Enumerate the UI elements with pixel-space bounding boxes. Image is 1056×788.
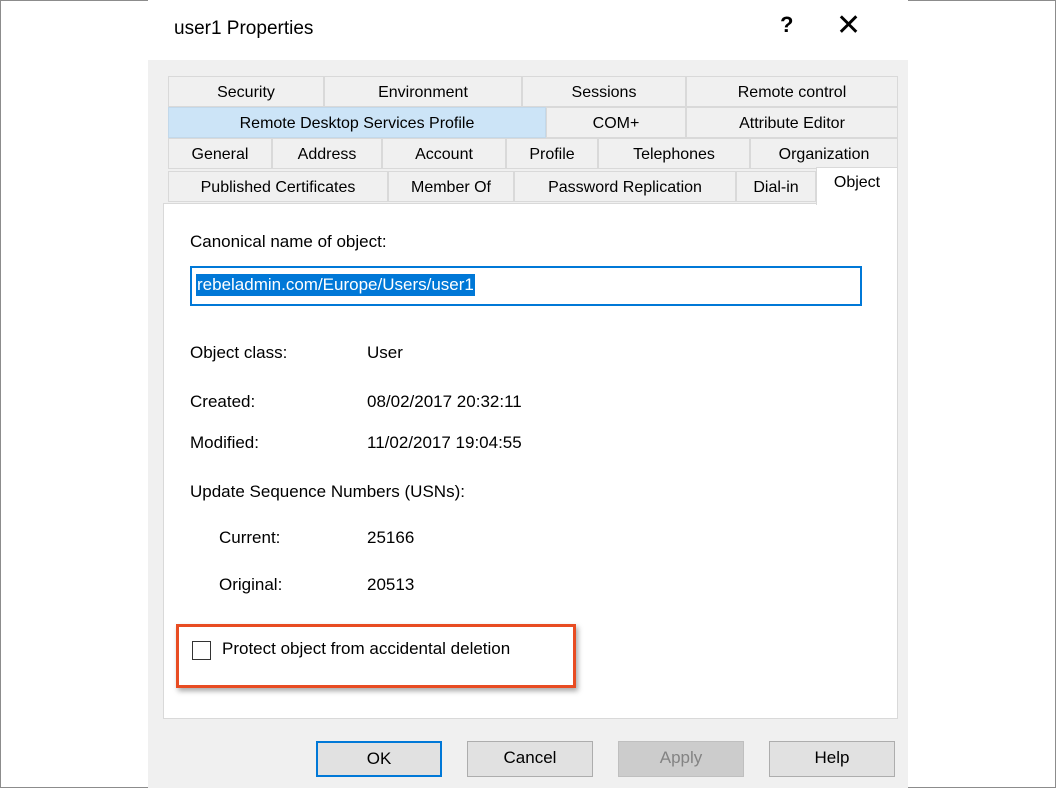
modified-label: Modified:: [190, 433, 259, 452]
modified-value: 11/02/2017 19:04:55: [367, 433, 522, 452]
object-class-label: Object class:: [190, 343, 288, 362]
tab-sessions[interactable]: Sessions: [522, 76, 686, 107]
canonical-name-label: Canonical name of object:: [190, 232, 387, 251]
canonical-name-field[interactable]: rebeladmin.com/Europe/Users/user1: [190, 266, 862, 306]
original-usn-value: 20513: [367, 575, 415, 594]
cancel-button[interactable]: Cancel: [467, 741, 593, 777]
apply-button[interactable]: Apply: [618, 741, 744, 777]
tab-remote-control[interactable]: Remote control: [686, 76, 898, 107]
ok-button[interactable]: OK: [316, 741, 442, 777]
tab-security[interactable]: Security: [168, 76, 324, 107]
tab-general[interactable]: General: [168, 138, 272, 169]
tab-password-replication[interactable]: Password Replication: [514, 171, 736, 202]
created-value: 08/02/2017 20:32:11: [367, 392, 522, 411]
tab-member-of[interactable]: Member Of: [388, 171, 514, 202]
current-usn-value: 25166: [367, 528, 415, 547]
protect-deletion-label[interactable]: Protect object from accidental deletion: [222, 639, 510, 659]
help-button[interactable]: Help: [769, 741, 895, 777]
usn-heading: Update Sequence Numbers (USNs):: [190, 482, 465, 501]
tab-published-certificates[interactable]: Published Certificates: [168, 171, 388, 202]
tab-telephones[interactable]: Telephones: [598, 138, 750, 169]
title-bar: user1 Properties ? ✕: [148, 0, 908, 60]
help-question-icon[interactable]: ?: [780, 12, 793, 38]
canonical-name-value: rebeladmin.com/Europe/Users/user1: [196, 274, 475, 296]
tab-address[interactable]: Address: [272, 138, 382, 169]
current-usn-label: Current:: [219, 528, 281, 547]
tab-com-plus[interactable]: COM+: [546, 107, 686, 138]
tab-object[interactable]: Object: [816, 167, 898, 205]
close-icon[interactable]: ✕: [836, 8, 861, 43]
tab-remote-desktop-services-profile[interactable]: Remote Desktop Services Profile: [168, 107, 546, 138]
original-usn-label: Original:: [219, 575, 283, 594]
tab-account[interactable]: Account: [382, 138, 506, 169]
tab-environment[interactable]: Environment: [324, 76, 522, 107]
protect-deletion-checkbox[interactable]: [192, 641, 211, 660]
tab-organization[interactable]: Organization: [750, 138, 898, 169]
tab-attribute-editor[interactable]: Attribute Editor: [686, 107, 898, 138]
window-title: user1 Properties: [174, 18, 314, 39]
created-label: Created:: [190, 392, 256, 411]
tab-profile[interactable]: Profile: [506, 138, 598, 169]
object-class-value: User: [367, 343, 403, 362]
tab-dial-in[interactable]: Dial-in: [736, 171, 816, 202]
